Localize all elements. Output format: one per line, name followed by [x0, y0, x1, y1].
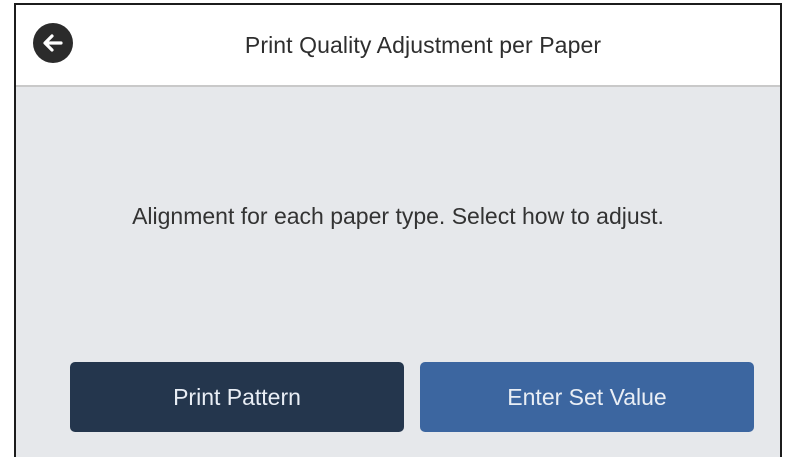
print-pattern-label: Print Pattern — [173, 383, 301, 410]
enter-set-value-label: Enter Set Value — [507, 383, 667, 410]
enter-set-value-button[interactable]: Enter Set Value — [420, 362, 754, 432]
screen-frame: Print Quality Adjustment per Paper Align… — [14, 3, 782, 457]
arrow-left-icon — [43, 34, 63, 52]
page-title: Print Quality Adjustment per Paper — [244, 31, 602, 58]
back-button[interactable] — [33, 23, 73, 63]
instruction-text: Alignment for each paper type. Select ho… — [132, 203, 664, 229]
print-pattern-button[interactable]: Print Pattern — [70, 362, 404, 432]
header-bar: Print Quality Adjustment per Paper — [16, 5, 780, 87]
